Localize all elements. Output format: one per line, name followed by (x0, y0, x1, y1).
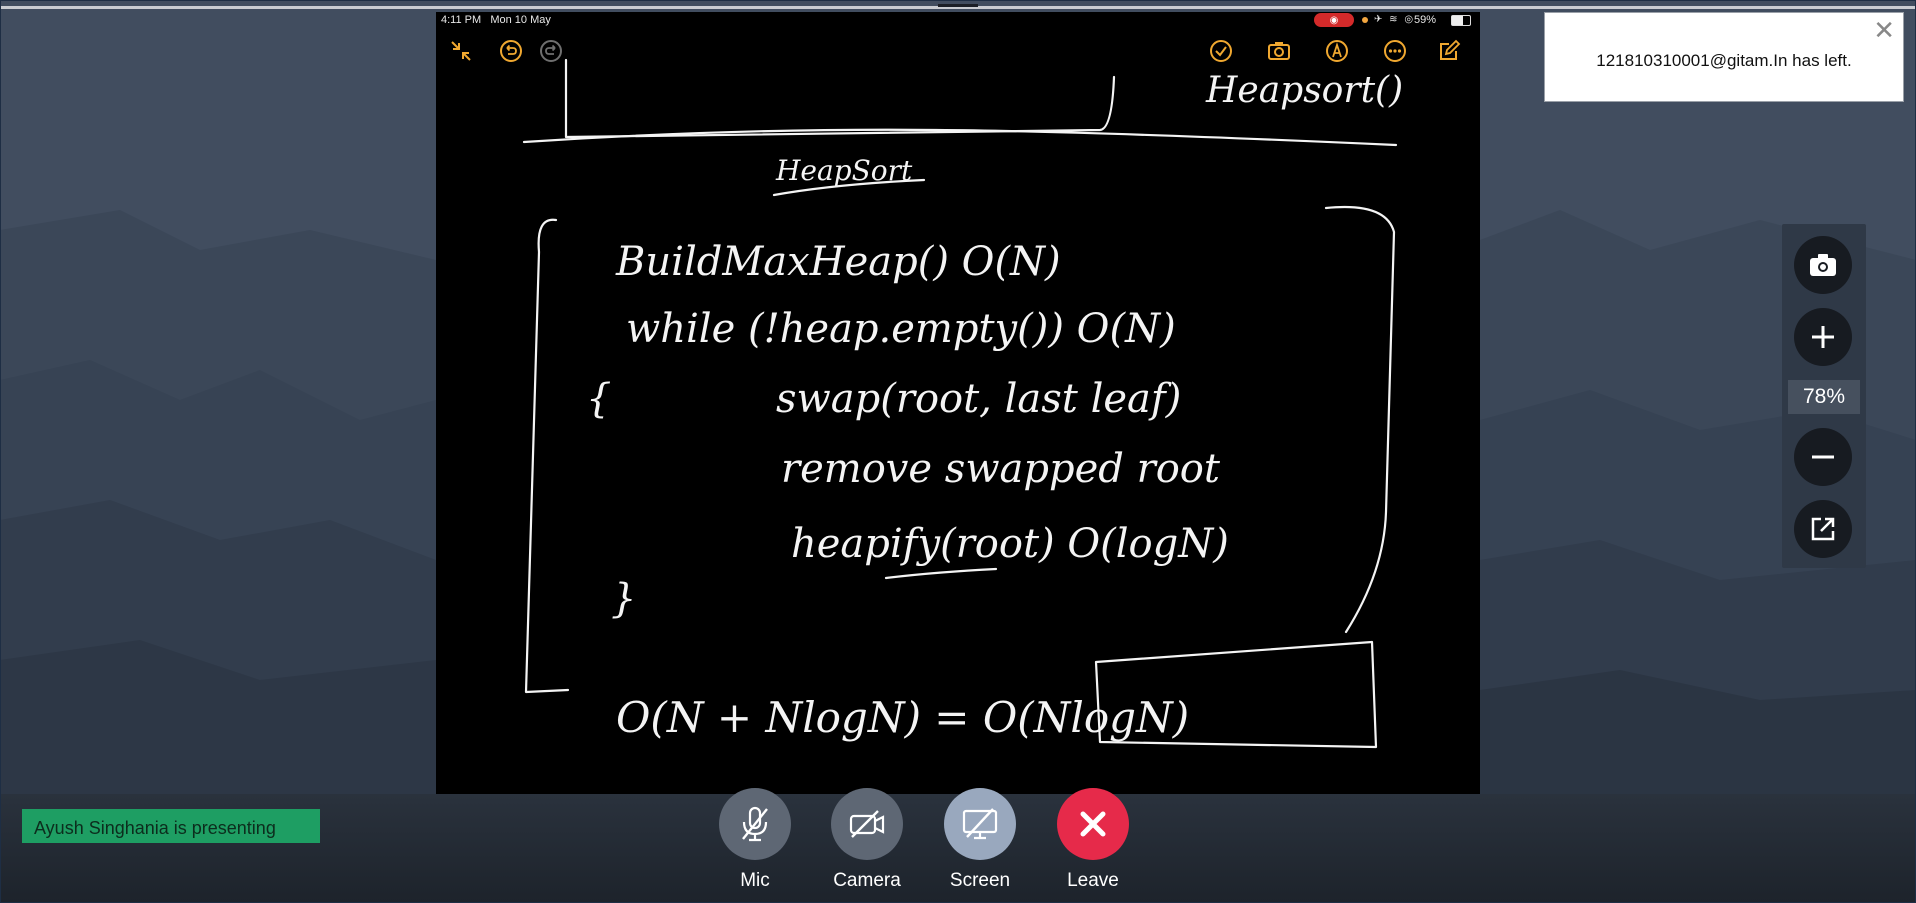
mic-muted-icon[interactable] (719, 788, 791, 860)
board-heapify: heapify(root) O(logN) (791, 521, 1229, 567)
top-box-stroke (564, 58, 1116, 139)
participant-left-notification: ✕ 121810310001@gitam.In has left. (1544, 12, 1904, 102)
mic-button[interactable]: Mic (710, 788, 800, 892)
camera-button[interactable]: Camera (822, 788, 912, 892)
board-close-brace: } (611, 576, 636, 622)
camera-off-icon[interactable] (831, 788, 903, 860)
zoom-level: 78% (1788, 380, 1860, 414)
window-top-bar (0, 4, 1916, 9)
heapify-underline (884, 567, 998, 580)
notification-message: 121810310001@gitam.In has left. (1596, 51, 1852, 70)
close-icon[interactable]: ✕ (1873, 17, 1895, 43)
zoom-out-icon[interactable] (1794, 428, 1852, 486)
screenshot-icon[interactable] (1794, 236, 1852, 294)
whiteboard-canvas[interactable]: Heapsort() HeapSort BuildMaxHeap() O(N) … (436, 12, 1480, 794)
right-bracket (1324, 205, 1396, 634)
board-complexity: O(N + NlogN) = O(NlogN) (616, 693, 1189, 742)
left-bracket (524, 218, 570, 694)
camera-label: Camera (833, 870, 901, 891)
board-open-brace: { (586, 376, 611, 422)
leave-button[interactable]: Leave (1048, 788, 1138, 892)
board-build-heap: BuildMaxHeap() O(N) (615, 239, 1061, 285)
board-heapsort-call: Heapsort() (1205, 70, 1403, 111)
board-swap: swap(root, last leaf) (776, 376, 1181, 422)
zoom-in-icon[interactable] (1794, 308, 1852, 366)
screen-share-off-icon[interactable] (944, 788, 1016, 860)
mic-label: Mic (740, 870, 770, 891)
board-while-loop: while (!heap.empty()) O(N) (626, 306, 1176, 352)
zoom-controls: 78% (1782, 224, 1866, 568)
screen-share-button[interactable]: Screen (935, 788, 1025, 892)
presenter-banner: Ayush Singhania is presenting (22, 809, 320, 843)
shared-screen[interactable]: 4:11 PM Mon 10 May ◉ ✈ ≋ ◎ 59% Heapsort(… (436, 12, 1480, 794)
leave-icon[interactable] (1057, 788, 1129, 860)
screen-label: Screen (949, 870, 1011, 891)
board-remove-root: remove swapped root (781, 446, 1221, 492)
leave-label: Leave (1067, 870, 1119, 891)
popout-icon[interactable] (1794, 500, 1852, 558)
window-drag-handle[interactable] (938, 4, 978, 7)
